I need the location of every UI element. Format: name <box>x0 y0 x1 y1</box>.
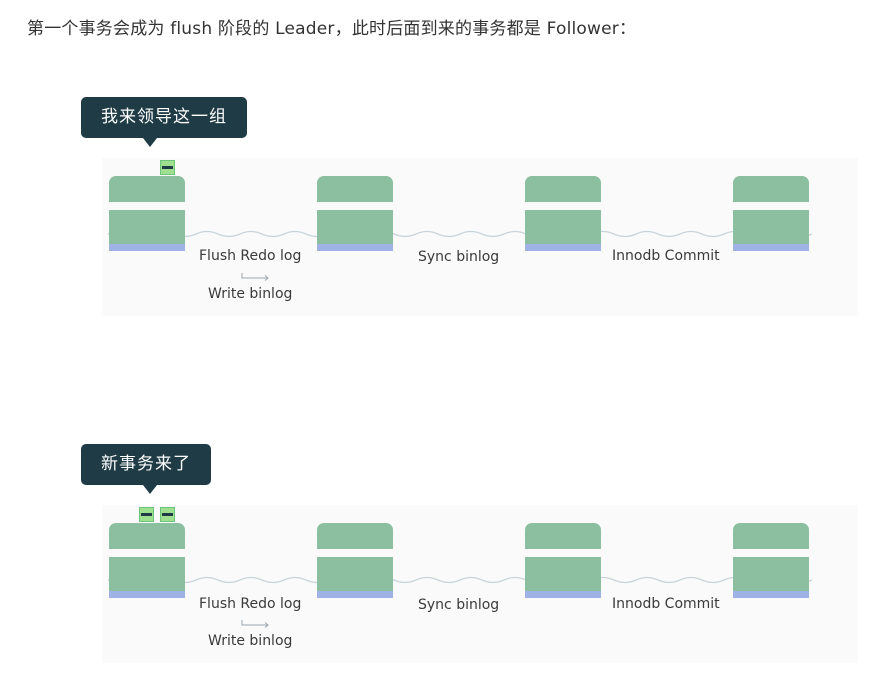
sub-label-write-binlog: Write binlog <box>208 633 293 649</box>
block-base <box>733 244 809 251</box>
block-cap <box>317 523 393 549</box>
stage-label-commit: Innodb Commit <box>612 596 720 612</box>
block-cap <box>317 176 393 202</box>
wavy-pipeline-line-1 <box>108 230 812 238</box>
block-base <box>525 244 601 251</box>
block-base <box>109 591 185 598</box>
block-cap <box>733 523 809 549</box>
block-cap <box>525 176 601 202</box>
transaction-token <box>160 507 175 522</box>
transaction-token <box>160 160 175 175</box>
return-arrow-icon <box>241 620 269 628</box>
block-base <box>317 244 393 251</box>
sub-label-write-binlog: Write binlog <box>208 286 293 302</box>
stage-label-sync: Sync binlog <box>418 249 500 265</box>
intro-text: 第一个事务会成为 flush 阶段的 Leader，此时后面到来的事务都是 Fo… <box>27 19 637 39</box>
speech-bubble-new-transaction: 新事务来了 <box>81 444 211 494</box>
stage-label-commit: Innodb Commit <box>612 248 720 264</box>
block-body <box>109 210 185 244</box>
stage-label-flush: Flush Redo log <box>199 248 302 264</box>
speech-bubble-leader: 我来领导这一组 <box>81 97 247 147</box>
stage-label-flush: Flush Redo log <box>199 596 302 612</box>
block-body <box>525 210 601 244</box>
block-cap <box>109 176 185 202</box>
block-body <box>317 557 393 591</box>
block-body <box>733 210 809 244</box>
block-body <box>109 557 185 591</box>
transaction-token <box>139 507 154 522</box>
wavy-pipeline-line-2 <box>108 576 812 584</box>
return-arrow-icon <box>241 273 269 281</box>
block-cap <box>525 523 601 549</box>
block-base <box>733 591 809 598</box>
block-base <box>525 591 601 598</box>
block-body <box>733 557 809 591</box>
block-body <box>317 210 393 244</box>
block-base <box>109 244 185 251</box>
block-cap <box>733 176 809 202</box>
stage-label-sync: Sync binlog <box>418 597 500 613</box>
block-body <box>525 557 601 591</box>
block-base <box>317 591 393 598</box>
block-cap <box>109 523 185 549</box>
